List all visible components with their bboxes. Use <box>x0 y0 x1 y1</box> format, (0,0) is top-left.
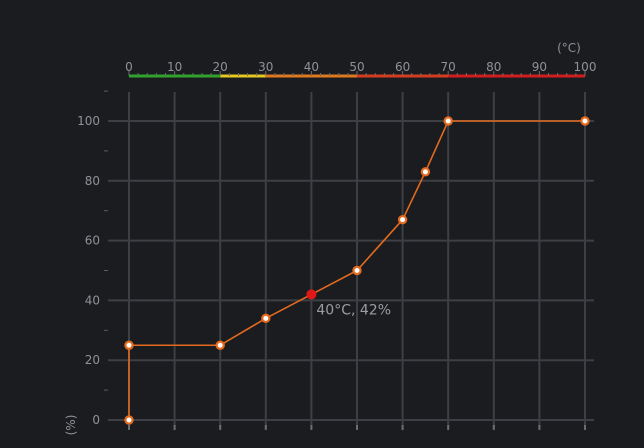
temperature-tick-label: 40 <box>304 60 319 74</box>
curve-point-9[interactable] <box>580 116 590 126</box>
temperature-zone-bar-1 <box>220 74 266 78</box>
temperature-tick-label: 30 <box>258 60 273 74</box>
temperature-zone-bar-4 <box>448 74 585 78</box>
temperature-tick-label: 60 <box>395 60 410 74</box>
fan-speed-tick-label: 40 <box>85 293 100 307</box>
curve-point-3[interactable] <box>261 313 271 324</box>
fan-curve-editor: 0 10 20 30 40 50 60 70 80 90 100 (°C) 0 20 40 60 80 100 (… <box>0 0 644 448</box>
grid <box>108 92 594 430</box>
temperature-tick-label: 0 <box>125 60 133 74</box>
fan-speed-tick-label: 60 <box>85 234 100 248</box>
curve-point-8[interactable] <box>443 116 453 126</box>
curve-point-0[interactable] <box>124 415 134 425</box>
fan-speed-axis: 0 20 40 60 80 100 (%) <box>64 90 108 436</box>
current-state: 40°C, 42% <box>306 289 391 318</box>
temperature-tick-label: 10 <box>167 60 182 74</box>
temperature-tick-label: 50 <box>349 60 364 74</box>
fan-speed-tick-label: 80 <box>85 174 100 188</box>
curve-point-2[interactable] <box>215 340 225 350</box>
fan-speed-tick-label: 20 <box>85 353 100 367</box>
curve-point-7[interactable] <box>420 167 431 177</box>
current-point-label: 40°C, 42% <box>316 302 391 318</box>
fan-curve-chart: 0 10 20 30 40 50 60 70 80 90 100 (°C) 0 20 40 60 80 100 (… <box>64 41 596 436</box>
temperature-unit-label: (°C) <box>557 41 581 55</box>
temperature-tick-label: 80 <box>486 60 501 74</box>
fan-speed-tick-label: 0 <box>92 413 100 427</box>
temperature-tick-label: 100 <box>574 60 597 74</box>
fan-speed-tick-label: 100 <box>77 114 100 128</box>
current-point-marker <box>306 289 317 300</box>
fan-speed-unit-label: (%) <box>64 415 78 436</box>
curve-point-6[interactable] <box>397 214 408 225</box>
temperature-tick-label: 70 <box>441 60 456 74</box>
temperature-axis: 0 10 20 30 40 50 60 70 80 90 100 (°C) <box>125 41 596 78</box>
curve-point-1[interactable] <box>124 340 134 350</box>
curve-point-5[interactable] <box>352 265 362 276</box>
temperature-tick-label: 90 <box>532 60 547 74</box>
temperature-tick-label: 20 <box>213 60 228 74</box>
